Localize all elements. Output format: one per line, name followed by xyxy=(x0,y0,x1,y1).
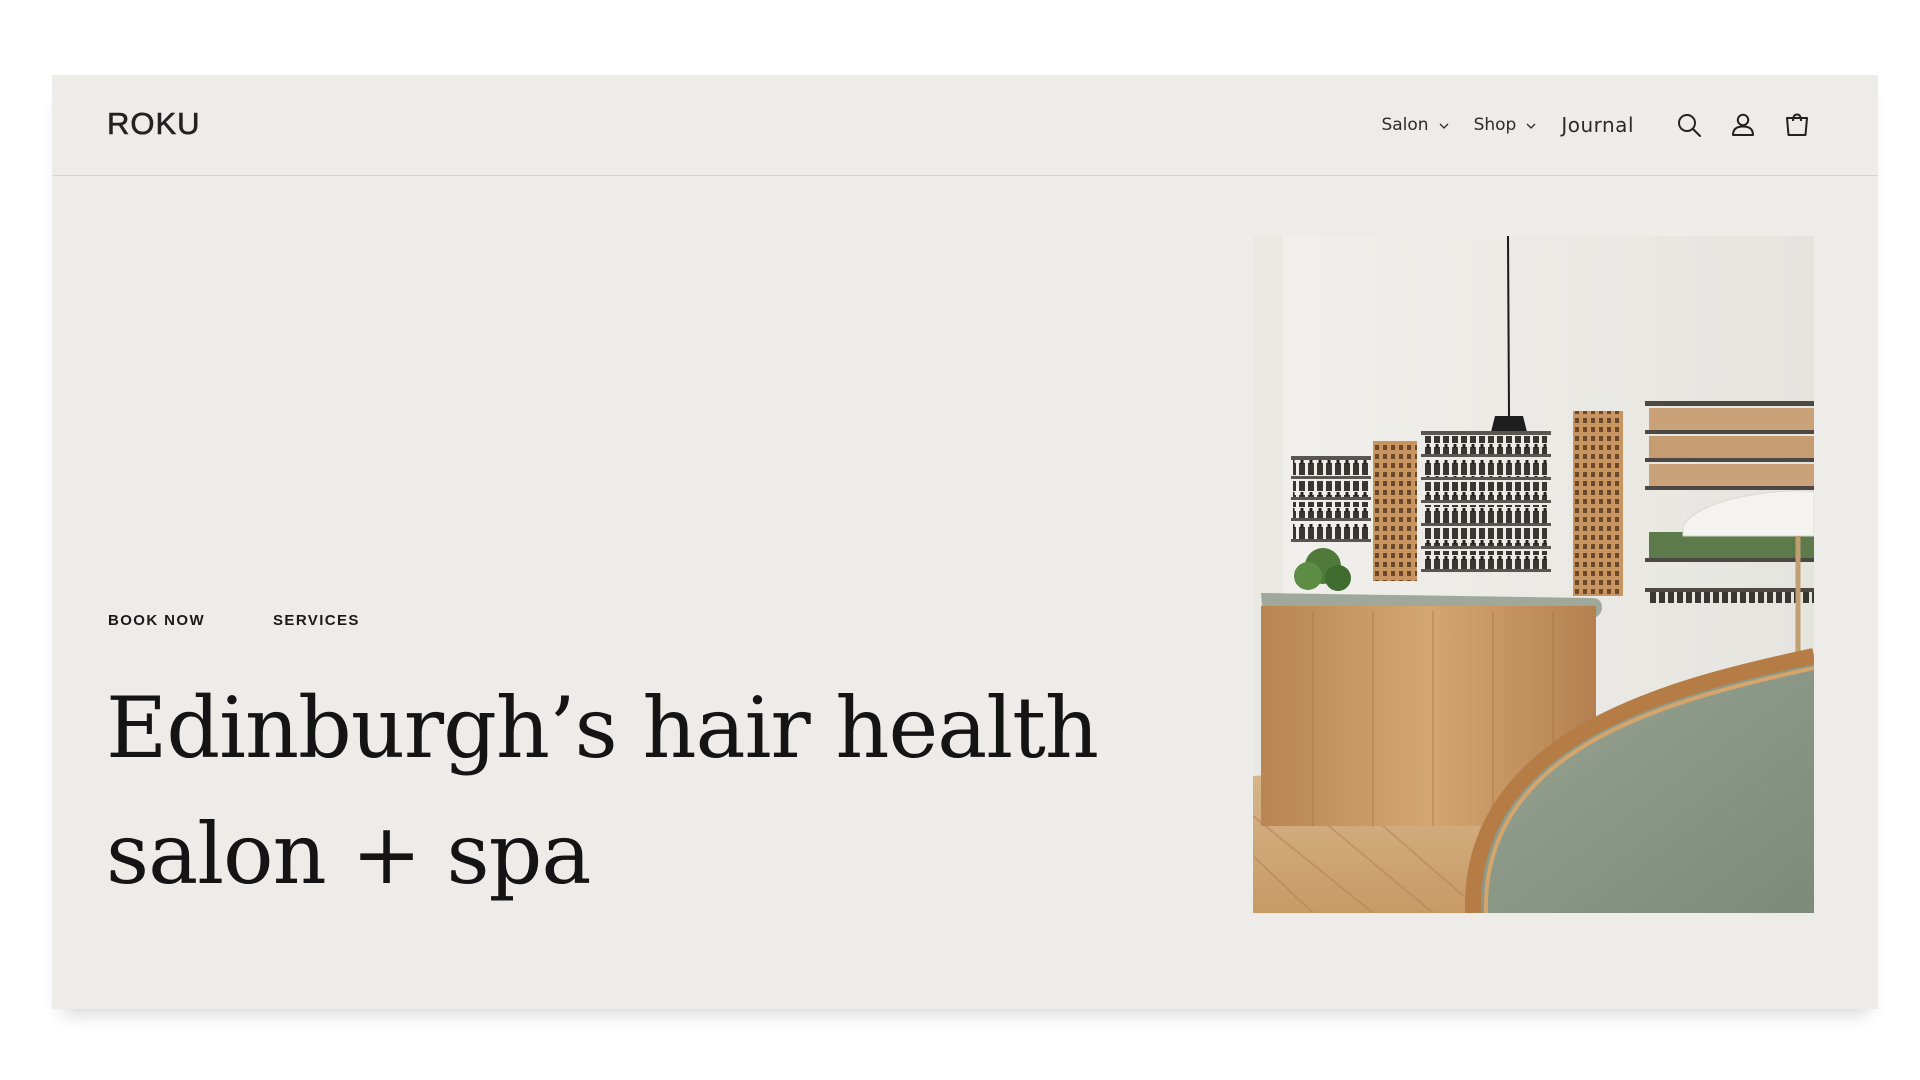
chevron-down-icon xyxy=(1526,123,1536,129)
nav-shop[interactable]: Shop xyxy=(1474,115,1538,135)
book-now-link[interactable]: BOOK NOW xyxy=(108,612,205,629)
left-shelf xyxy=(1291,456,1371,542)
hero-headline-line-2: salon + spa xyxy=(106,805,591,903)
cart-icon xyxy=(1786,113,1808,136)
main-nav: Salon Shop Journal xyxy=(1381,75,1878,175)
services-link[interactable]: SERVICES xyxy=(273,612,360,629)
hero-links: BOOK NOW SERVICES xyxy=(108,612,360,629)
logo[interactable]: ROKU xyxy=(107,106,201,142)
hero-headline: Edinburgh’s hair health salon + spa xyxy=(106,665,1106,917)
nav-shop-label: Shop xyxy=(1473,115,1517,135)
hero-headline-line-1: Edinburgh’s hair health xyxy=(106,679,1099,777)
search-button[interactable] xyxy=(1674,110,1704,140)
nav-salon[interactable]: Salon xyxy=(1381,115,1449,135)
page-frame: ROKU Salon Shop Journal BOOK NOW SERVICE… xyxy=(52,75,1878,1009)
site-header: ROKU Salon Shop Journal xyxy=(52,75,1878,176)
account-icon xyxy=(1732,113,1754,136)
chevron-down-icon xyxy=(1439,123,1449,129)
search-icon xyxy=(1678,114,1701,137)
salon-interior-illustration xyxy=(1253,236,1814,913)
account-button[interactable] xyxy=(1728,110,1758,140)
nav-journal[interactable]: Journal xyxy=(1561,113,1634,137)
salon-interior-image xyxy=(1253,236,1814,913)
cart-button[interactable] xyxy=(1782,110,1812,140)
nav-salon-label: Salon xyxy=(1381,115,1429,135)
